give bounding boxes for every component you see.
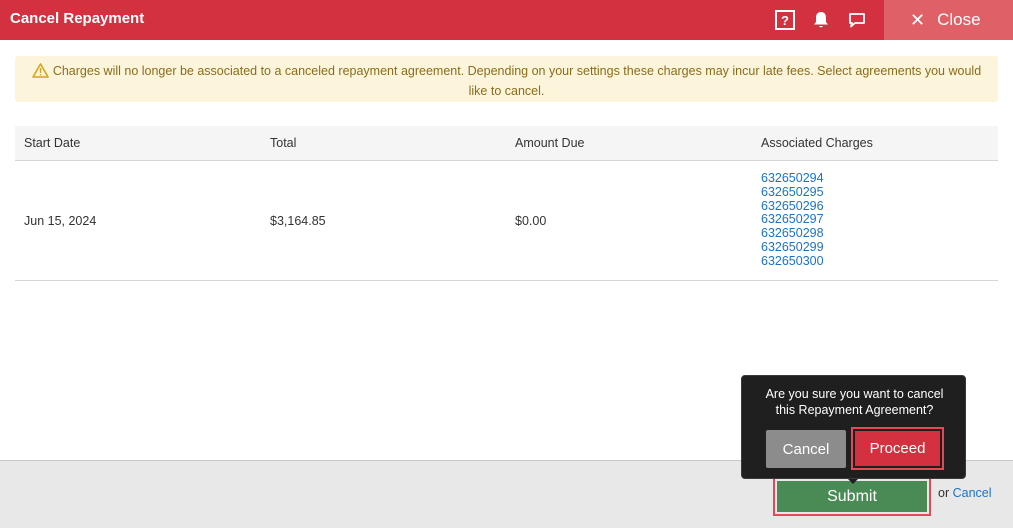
repayment-table: Start Date Total Amount Due Associated C… xyxy=(15,126,998,281)
amount-due-cell: $0.00 xyxy=(515,214,547,228)
confirm-cancel-button[interactable]: Cancel xyxy=(766,430,846,468)
start-date-cell: Jun 15, 2024 xyxy=(24,214,97,228)
associated-charges-cell: 632650294 632650295 632650296 632650297 … xyxy=(761,171,824,269)
col-associated-charges: Associated Charges xyxy=(761,136,873,150)
col-amount-due: Amount Due xyxy=(515,136,585,150)
col-total: Total xyxy=(270,136,297,150)
charge-link[interactable]: 632650300 xyxy=(761,254,824,269)
proceed-button[interactable]: Proceed xyxy=(855,431,940,466)
charge-link[interactable]: 632650295 xyxy=(761,185,824,200)
close-button[interactable]: ✕ Close xyxy=(884,0,1013,40)
cancel-link[interactable]: Cancel xyxy=(953,486,992,500)
table-row[interactable]: Jun 15, 2024 $3,164.85 $0.00 632650294 6… xyxy=(15,161,998,281)
confirm-line-2: this Repayment Agreement? xyxy=(775,402,934,417)
chat-svg xyxy=(849,13,865,28)
close-label: Close xyxy=(937,10,981,29)
confirm-popover: Are you sure you want to cancel this Rep… xyxy=(741,375,966,479)
bell-svg xyxy=(814,12,828,28)
warning-banner: Charges will no longer be associated to … xyxy=(15,56,998,102)
charge-link[interactable]: 632650294 xyxy=(761,171,824,186)
charge-link[interactable]: 632650297 xyxy=(761,213,824,227)
help-glyph: ? xyxy=(775,10,795,30)
confirm-line-1: Are you sure you want to cancel xyxy=(765,387,944,401)
or-text: or xyxy=(938,486,950,500)
popover-arrow xyxy=(848,479,858,484)
help-icon[interactable]: ? xyxy=(774,9,796,31)
header-bar: Cancel Repayment ? ✕ Close xyxy=(0,0,1013,40)
page-title: Cancel Repayment xyxy=(10,10,145,27)
submit-button[interactable]: Submit xyxy=(777,481,927,512)
proceed-highlight: Proceed xyxy=(851,427,944,470)
warning-text: Charges will no longer be associated to … xyxy=(52,64,982,98)
charge-link[interactable]: 632650298 xyxy=(761,226,824,241)
chat-icon[interactable] xyxy=(846,9,868,31)
or-cancel: or Cancel xyxy=(938,486,992,500)
charge-link[interactable]: 632650299 xyxy=(761,240,824,255)
confirm-message: Are you sure you want to cancel this Rep… xyxy=(752,387,957,418)
bell-icon[interactable] xyxy=(810,9,832,31)
warning-triangle-icon xyxy=(32,63,49,83)
total-cell: $3,164.85 xyxy=(270,214,326,228)
close-icon: ✕ xyxy=(910,9,926,30)
col-start-date: Start Date xyxy=(24,136,81,150)
charge-link[interactable]: 632650296 xyxy=(761,199,824,214)
table-header: Start Date Total Amount Due Associated C… xyxy=(15,126,998,161)
